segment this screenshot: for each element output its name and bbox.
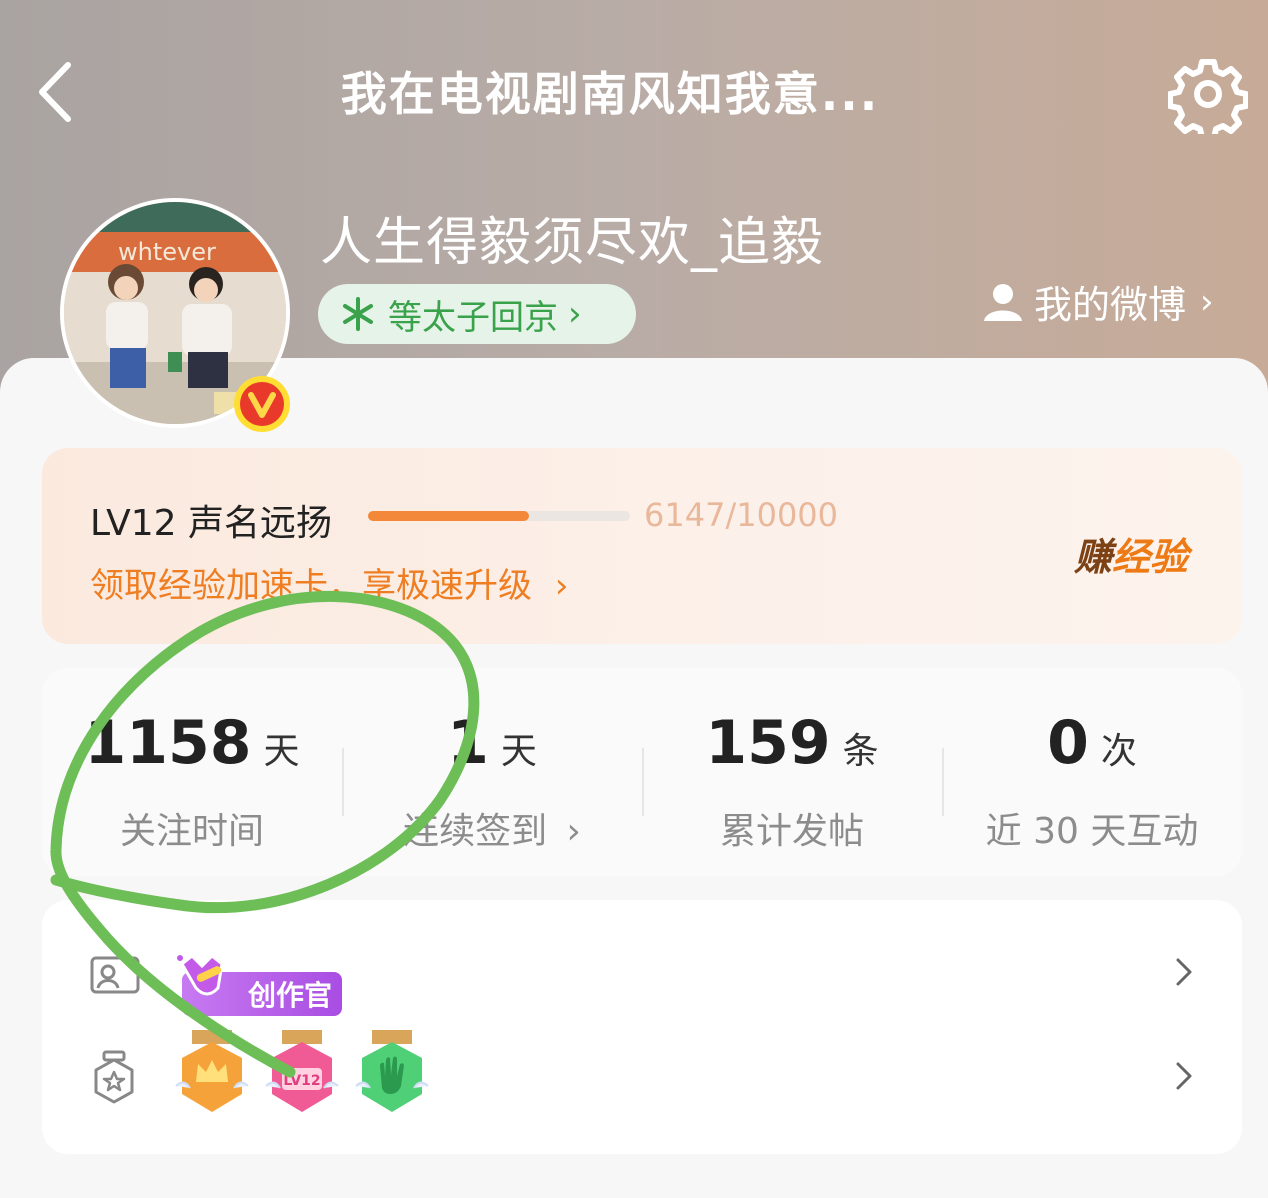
- identity-row[interactable]: 创作官: [42, 922, 1242, 1022]
- verified-v-icon: [234, 376, 290, 432]
- stat-value: 0: [1047, 708, 1089, 778]
- crown-medal-icon: [175, 1030, 249, 1112]
- level-progress-text: 6147/10000: [644, 496, 839, 534]
- level-card[interactable]: LV12 声名远扬 6147/10000 领取经验加速卡，享极速升级 › 赚经验: [42, 448, 1242, 644]
- chevron-right-icon: ›: [554, 566, 569, 606]
- chevron-right-icon: [1176, 958, 1192, 986]
- snowflake-icon: [343, 297, 373, 331]
- stat-unit: 天: [500, 731, 537, 772]
- avatar-sign-text: whtever: [118, 238, 216, 266]
- stat-unit: 次: [1100, 731, 1137, 772]
- avatar-container[interactable]: whtever: [60, 198, 296, 434]
- my-weibo-link[interactable]: 我的微博 ›: [982, 274, 1214, 329]
- stat-value: 1158: [84, 708, 252, 778]
- stat-label: 近 30 天互动: [985, 811, 1199, 852]
- stat-unit: 条: [842, 731, 879, 772]
- chevron-right-icon: ›: [566, 811, 581, 852]
- stat-interactions-30d: 0次 近 30 天互动: [942, 668, 1242, 876]
- username: 人生得毅须尽欢_追毅: [320, 213, 825, 273]
- chevron-right-icon: ›: [568, 294, 582, 334]
- level-progress-bar: [368, 511, 630, 521]
- medals-row[interactable]: LV12: [42, 1026, 1242, 1126]
- fan-group-tag[interactable]: 等太子回京 ›: [318, 284, 636, 344]
- stat-checkin-streak[interactable]: 1天 连续签到 ›: [342, 668, 642, 876]
- stat-value: 1: [447, 708, 489, 778]
- stat-label: 关注时间: [119, 811, 264, 852]
- back-arrow-icon: [39, 62, 71, 122]
- hand-medal-icon: [355, 1030, 429, 1112]
- earn-exp-button[interactable]: 赚经验: [1074, 526, 1188, 581]
- medal-outline-icon: [94, 1050, 134, 1104]
- creator-badge-label: 创作官: [247, 979, 332, 1012]
- person-icon: [984, 283, 1022, 321]
- exp-boost-label: 领取经验加速卡，享极速升级: [90, 566, 532, 606]
- level-medal-label: LV12: [283, 1073, 320, 1089]
- chevron-right-icon: ›: [1200, 281, 1214, 322]
- level-medal-icon: LV12: [265, 1030, 339, 1112]
- badges-card: 创作官 LV12: [42, 900, 1242, 1154]
- creator-badge-icon: [177, 953, 224, 996]
- stat-value: 159: [705, 708, 831, 778]
- fan-tag-label: 等太子回京: [388, 297, 558, 338]
- chevron-right-icon: [1176, 1062, 1192, 1090]
- stat-label-with-chevron: 连续签到 ›: [342, 802, 642, 854]
- settings-button[interactable]: [1167, 54, 1249, 141]
- back-button[interactable]: [30, 55, 90, 129]
- stats-card: 1158 天 关注时间 1天 连续签到 › 159 条 累计发帖 0次 近 30 天…: [42, 668, 1242, 876]
- stat-follow-days: 1158 天 关注时间: [42, 668, 342, 876]
- stat-label: 累计发帖: [719, 811, 864, 852]
- id-card-icon: [90, 956, 140, 994]
- earn-exp-label-a: 赚: [1074, 535, 1113, 579]
- stat-total-posts: 159 条 累计发帖: [642, 668, 942, 876]
- page-title: 我在电视剧南风知我意...: [340, 67, 880, 121]
- exp-boost-link[interactable]: 领取经验加速卡，享极速升级 ›: [90, 558, 568, 607]
- level-progress-fill: [368, 511, 530, 521]
- gear-icon: [1167, 59, 1249, 141]
- my-weibo-label: 我的微博: [1034, 283, 1187, 327]
- stat-unit: 天: [263, 731, 300, 772]
- level-title: LV12 声名远扬: [90, 503, 332, 544]
- stat-label: 连续签到: [403, 811, 548, 852]
- earn-exp-label-b: 经验: [1112, 535, 1189, 579]
